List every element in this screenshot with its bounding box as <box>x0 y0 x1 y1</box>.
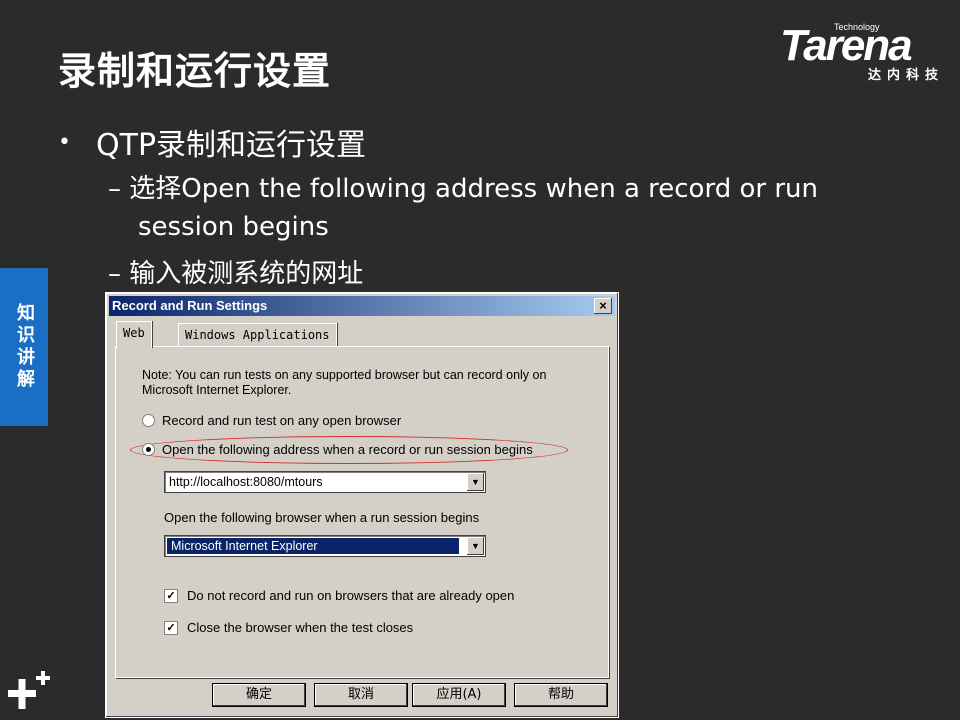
bullet-dot-icon: • <box>58 129 71 155</box>
slide-title: 录制和运行设置 <box>58 49 332 93</box>
dialog-titlebar[interactable]: Record and Run Settings × <box>109 296 615 316</box>
logo-cn-text: 达内科技 <box>867 68 944 83</box>
checkbox-no-open-browsers-label: Do not record and run on browsers that a… <box>187 588 515 603</box>
dialog-title: Record and Run Settings <box>112 298 268 313</box>
sub-bullet-1-text: – 选择Open the following address when a re… <box>108 174 818 204</box>
ok-button[interactable]: 确定 <box>212 683 306 707</box>
browser-combo[interactable]: Microsoft Internet Explorer ▼ <box>164 535 486 557</box>
cancel-button[interactable]: 取消 <box>314 683 408 707</box>
address-combo[interactable]: http://localhost:8080/mtours ▼ <box>164 471 486 493</box>
checkbox-close-browser-row[interactable]: ✓ Close the browser when the test closes <box>164 620 413 635</box>
chevron-down-icon[interactable]: ▼ <box>467 473 484 491</box>
side-tab-knowledge: 知识讲解 <box>0 268 48 426</box>
chevron-down-icon[interactable]: ▼ <box>467 537 484 555</box>
tarena-logo: Technology Tarena 达内科技 <box>780 22 948 84</box>
note-text: Note: You can run tests on any supported… <box>142 368 547 397</box>
help-button[interactable]: 帮助 <box>514 683 608 707</box>
radio-open-address-row[interactable]: Open the following address when a record… <box>142 442 533 457</box>
radio-open-address[interactable] <box>142 443 155 456</box>
close-icon[interactable]: × <box>594 298 612 314</box>
sub-bullet-2: – 输入被测系统的网址 <box>108 259 364 289</box>
browser-label: Open the following browser when a run se… <box>164 510 480 525</box>
checkbox-no-open-browsers-row[interactable]: ✓ Do not record and run on browsers that… <box>164 588 514 603</box>
sub-bullet-1: – 选择Open the following address when a re… <box>108 170 868 246</box>
browser-value: Microsoft Internet Explorer <box>167 538 459 554</box>
radio-any-browser-row[interactable]: Record and run test on any open browser <box>142 413 401 428</box>
logo-word: Tarena <box>780 21 913 70</box>
radio-open-address-label: Open the following address when a record… <box>162 442 533 457</box>
checkbox-close-browser-label: Close the browser when the test closes <box>187 620 414 635</box>
bullet-text: QTP录制和运行设置 <box>96 128 367 163</box>
apply-button[interactable]: 应用(A) <box>412 683 506 707</box>
radio-any-browser[interactable] <box>142 414 155 427</box>
sub-bullet-1-cont: session begins <box>138 212 329 242</box>
address-value: http://localhost:8080/mtours <box>169 475 323 489</box>
radio-any-browser-label: Record and run test on any open browser <box>162 413 402 428</box>
main-bullet: • QTP录制和运行设置 <box>58 120 366 164</box>
record-run-settings-dialog: Record and Run Settings × Web Windows Ap… <box>105 292 619 718</box>
plus-icon <box>8 671 50 709</box>
checkbox-close-browser[interactable]: ✓ <box>164 620 178 635</box>
tab-web[interactable]: Web <box>116 321 152 348</box>
checkbox-no-open-browsers[interactable]: ✓ <box>164 588 178 603</box>
tab-windows-applications[interactable]: Windows Applications <box>178 323 337 346</box>
